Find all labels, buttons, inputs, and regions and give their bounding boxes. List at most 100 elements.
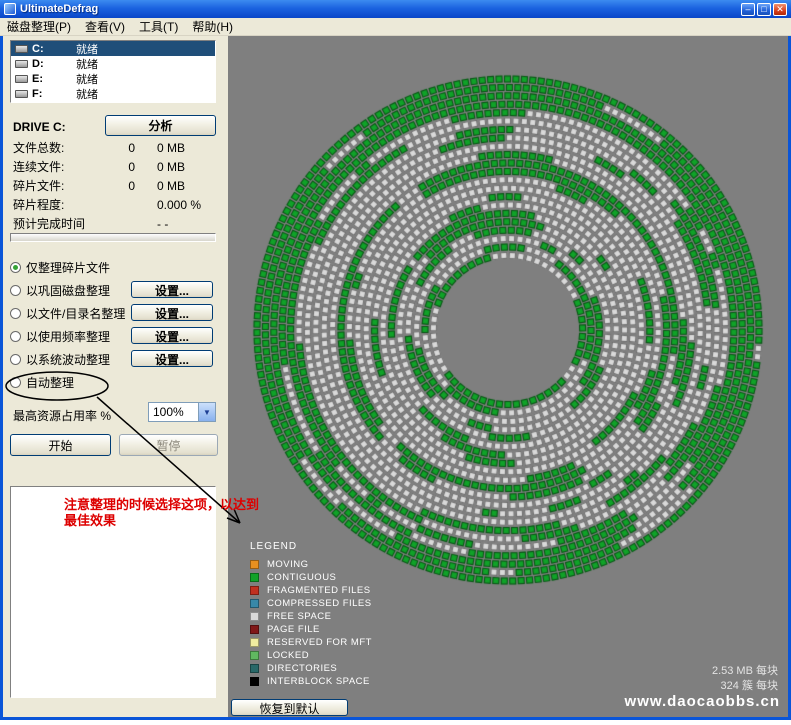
main-area: C:就绪D:就绪E:就绪F:就绪 DRIVE C: 分析 文件总数:00 MB连… — [3, 36, 788, 717]
option-label: 以使用频率整理 — [26, 328, 110, 345]
legend-item: PAGE FILE — [250, 623, 372, 636]
drive-icon — [15, 75, 28, 83]
stats-table: 文件总数:00 MB连续文件:00 MB碎片文件:00 MB碎片程度:0.000… — [13, 138, 217, 233]
drive-row[interactable]: E: 就绪 — [11, 71, 215, 86]
legend-label: COMPRESSED FILES — [267, 598, 372, 609]
minimize-button[interactable]: – — [741, 3, 755, 16]
drive-list: C:就绪 D: 就绪 E: 就绪 F: 就绪 — [10, 40, 216, 103]
disk-panel: LEGEND MOVINGCONTIGUOUSFRAGMENTED FILESC… — [228, 36, 788, 717]
pause-button: 暂停 — [119, 434, 218, 456]
legend-item: COMPRESSED FILES — [250, 597, 372, 610]
app-icon — [4, 3, 16, 15]
legend-label: FRAGMENTED FILES — [267, 585, 371, 596]
option-row: 以系统波动整理 设置... — [10, 348, 216, 371]
legend-item: FRAGMENTED FILES — [250, 584, 372, 597]
window-title: UltimateDefrag — [20, 3, 98, 15]
drive-label: DRIVE C: — [13, 120, 66, 134]
menu-item-help[interactable]: 帮助(H) — [185, 17, 240, 36]
stat-row: 连续文件:00 MB — [13, 157, 217, 176]
drive-icon — [15, 45, 28, 53]
legend-label: LOCKED — [267, 650, 309, 661]
resource-usage-label: 最高资源占用率 % — [13, 407, 111, 424]
legend-swatch-icon — [250, 612, 259, 621]
stat-size: 0 MB — [135, 179, 217, 193]
radio-button[interactable] — [10, 354, 21, 365]
legend-label: DIRECTORIES — [267, 663, 337, 674]
legend-item: MOVING — [250, 558, 372, 571]
menu-item-view[interactable]: 查看(V) — [78, 17, 132, 36]
radio-button[interactable] — [10, 331, 21, 342]
window-controls: – □ ✕ — [741, 3, 787, 16]
drive-status: 就绪 — [76, 71, 98, 87]
settings-button[interactable]: 设置... — [131, 350, 213, 367]
chevron-down-icon[interactable]: ▼ — [198, 403, 215, 421]
option-label: 以巩固磁盘整理 — [26, 282, 110, 299]
drive-status: 就绪 — [76, 56, 98, 72]
stat-label: 连续文件: — [13, 158, 105, 175]
option-label: 以系统波动整理 — [26, 351, 110, 368]
legend-swatch-icon — [250, 599, 259, 608]
legend-item: DIRECTORIES — [250, 662, 372, 675]
stat-row: 文件总数:00 MB — [13, 138, 217, 157]
drive-row[interactable]: F: 就绪 — [11, 86, 215, 101]
drive-letter: F: — [32, 88, 54, 100]
close-button[interactable]: ✕ — [773, 3, 787, 16]
stat-size: 0.000 % — [135, 198, 217, 212]
drive-row[interactable]: C:就绪 — [11, 41, 215, 56]
stat-count: 0 — [105, 160, 135, 174]
legend-label: FREE SPACE — [267, 611, 331, 622]
options-group: 仅整理碎片文件以巩固磁盘整理设置...以文件/目录名整理设置...以使用频率整理… — [10, 256, 216, 394]
watermark: www.daocaobbs.cn — [625, 693, 780, 710]
stat-label: 碎片文件: — [13, 177, 105, 194]
progress-bar — [10, 233, 216, 242]
legend-item: FREE SPACE — [250, 610, 372, 623]
start-button[interactable]: 开始 — [10, 434, 111, 456]
drive-row[interactable]: D: 就绪 — [11, 56, 215, 71]
option-row: 仅整理碎片文件 — [10, 256, 216, 279]
menu-item-tools[interactable]: 工具(T) — [132, 17, 185, 36]
legend-swatch-icon — [250, 625, 259, 634]
legend-label: INTERBLOCK SPACE — [267, 676, 370, 687]
option-label: 自动整理 — [26, 374, 74, 391]
legend-swatch-icon — [250, 573, 259, 582]
stat-label: 预计完成时间 — [13, 215, 105, 232]
drive-status: 就绪 — [76, 86, 98, 102]
block-size-text: 2.53 MB 每块 — [712, 664, 778, 679]
legend-item: RESERVED FOR MFT — [250, 636, 372, 649]
title-bar: UltimateDefrag – □ ✕ — [0, 0, 791, 18]
drive-status: 就绪 — [76, 41, 98, 57]
stat-row: 预计完成时间 - - — [13, 214, 217, 233]
stat-size: 0 MB — [135, 160, 217, 174]
analyze-button[interactable]: 分析 — [105, 115, 216, 136]
stat-count: 0 — [105, 179, 135, 193]
radio-button[interactable] — [10, 308, 21, 319]
stat-size: - - — [135, 217, 217, 231]
legend-title: LEGEND — [250, 541, 372, 552]
stat-size: 0 MB — [135, 141, 217, 155]
block-info: 2.53 MB 每块 324 簇 每块 — [712, 664, 778, 694]
restore-defaults-button[interactable]: 恢复到默认 — [231, 699, 348, 716]
drive-letter: E: — [32, 73, 54, 85]
menu-item-defrag[interactable]: 磁盘整理(P) — [0, 17, 78, 36]
legend-label: RESERVED FOR MFT — [267, 637, 372, 648]
maximize-button[interactable]: □ — [757, 3, 771, 16]
app-window: UltimateDefrag – □ ✕ 磁盘整理(P) 查看(V) 工具(T)… — [0, 0, 791, 720]
legend-swatch-icon — [250, 638, 259, 647]
option-row: 以巩固磁盘整理 设置... — [10, 279, 216, 302]
stat-label: 文件总数: — [13, 139, 105, 156]
stat-label: 碎片程度: — [13, 196, 105, 213]
legend-swatch-icon — [250, 651, 259, 660]
settings-button[interactable]: 设置... — [131, 327, 213, 344]
option-row: 以使用频率整理 设置... — [10, 325, 216, 348]
radio-button[interactable] — [10, 285, 21, 296]
legend-swatch-icon — [250, 664, 259, 673]
stat-row: 碎片程度: 0.000 % — [13, 195, 217, 214]
option-label: 仅整理碎片文件 — [26, 259, 110, 276]
resource-usage-dropdown[interactable]: 100% ▼ — [148, 402, 216, 422]
radio-button[interactable] — [10, 262, 21, 273]
drive-letter: D: — [32, 58, 54, 70]
radio-button[interactable] — [10, 377, 21, 388]
legend-swatch-icon — [250, 677, 259, 686]
settings-button[interactable]: 设置... — [131, 281, 213, 298]
settings-button[interactable]: 设置... — [131, 304, 213, 321]
